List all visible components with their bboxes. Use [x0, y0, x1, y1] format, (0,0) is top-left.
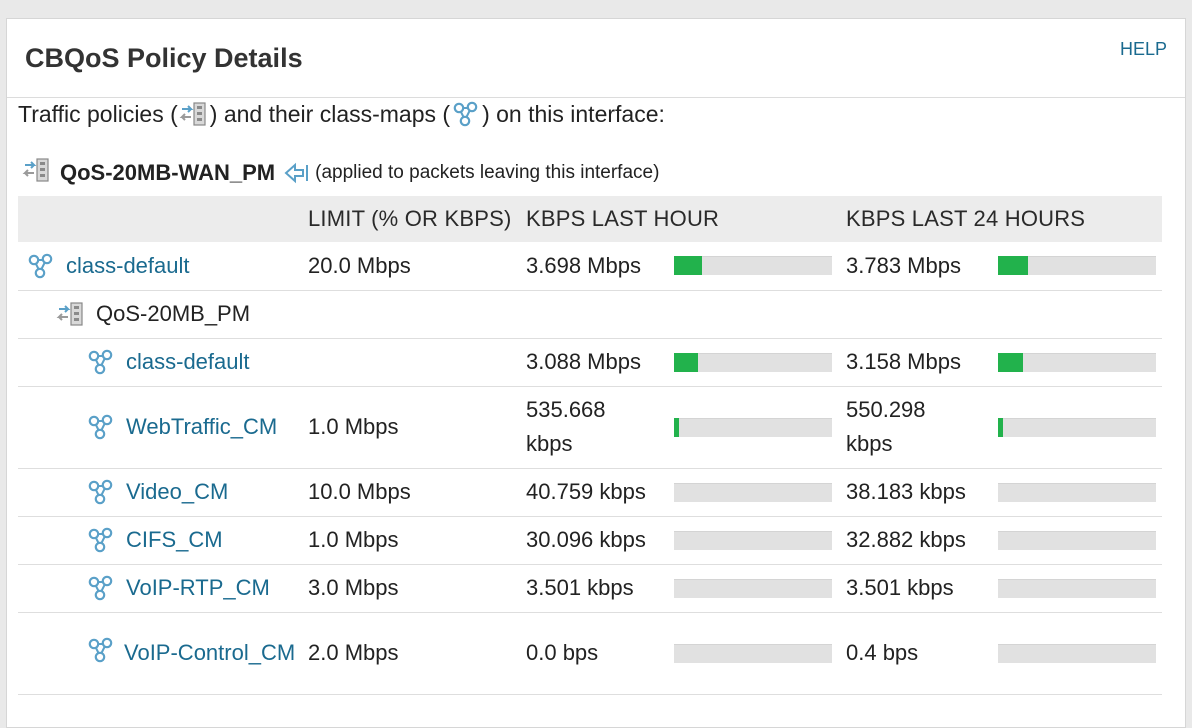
class-map-icon — [86, 526, 116, 554]
help-link[interactable]: HELP — [1120, 39, 1167, 60]
last-hour-value: 30.096 kbps — [526, 527, 646, 552]
limit-cell — [300, 290, 518, 339]
last-hour-value: 0.0 bps — [526, 640, 599, 665]
last-24-hours-value: 0.4 bps — [846, 640, 919, 665]
class-map-table: LIMIT (% OR KBPS) KBPS LAST HOUR KBPS LA… — [18, 196, 1162, 695]
limit-cell — [300, 338, 518, 387]
intro-part3: ) on this interface: — [482, 100, 665, 127]
table-row: class-default 3.088 Mbps 3.158 Mbps — [18, 338, 1162, 387]
last-24-hours-usage-bar-fill — [998, 352, 1023, 372]
limit-cell: 2.0 Mbps — [300, 612, 518, 695]
last-24-hours-value: 38.183 kbps — [846, 479, 966, 504]
last-hour-usage-bar — [674, 256, 832, 276]
class-map-icon — [86, 478, 116, 506]
table-row: VoIP-Control_CM 2.0 Mbps 0.0 bps 0.4 bps — [18, 612, 1162, 695]
class-map-link[interactable]: Video_CM — [126, 479, 228, 505]
outbound-direction-icon — [283, 162, 309, 184]
policy-direction-note: (applied to packets leaving this interfa… — [315, 161, 660, 183]
last-hour-value: 40.759 kbps — [526, 479, 646, 504]
last-24-hours-usage-bar — [998, 530, 1156, 550]
last-24-hours-value: 3.158 Mbps — [846, 349, 961, 374]
panel-title: CBQoS Policy Details — [25, 43, 303, 73]
policy-name: QoS-20MB-WAN_PM — [60, 159, 276, 185]
limit-cell: 20.0 Mbps — [300, 242, 518, 291]
last-24-hours-usage-bar-fill — [998, 417, 1003, 437]
last-hour-usage-bar — [674, 482, 832, 502]
class-map-link[interactable]: class-default — [126, 349, 250, 375]
last-24-hours-value: 3.783 Mbps — [846, 252, 961, 278]
class-map-link[interactable]: VoIP-Control_CM — [124, 640, 295, 665]
traffic-policy-icon — [179, 101, 209, 127]
class-map-link[interactable]: WebTraffic_CM — [126, 414, 277, 440]
table-row: CIFS_CM 1.0 Mbps 30.096 kbps 32.882 kbps — [18, 516, 1162, 565]
class-map-icon — [86, 636, 116, 664]
intro-part2: ) and their class-maps ( — [209, 100, 451, 127]
limit-cell: 1.0 Mbps — [300, 386, 518, 469]
last-hour-value: 3.088 Mbps — [526, 349, 641, 374]
traffic-policy-icon — [56, 301, 86, 327]
last-hour-usage-bar-fill — [674, 352, 698, 372]
class-map-icon — [26, 252, 56, 280]
last-hour-usage-bar — [674, 417, 832, 437]
last-24-hours-value: 550.298 kbps — [846, 397, 926, 456]
class-map-icon — [86, 413, 116, 441]
table-row: class-default 20.0 Mbps 3.698 Mbps 3.783 Mb… — [18, 242, 1162, 291]
class-map-icon — [451, 100, 481, 128]
last-24-hours-usage-bar — [998, 256, 1156, 276]
table-row: Video_CM 10.0 Mbps 40.759 kbps 38.183 kbps — [18, 468, 1162, 517]
policy-line: QoS-20MB-WAN_PM (applied to packets leav… — [22, 157, 659, 188]
limit-cell: 10.0 Mbps — [300, 468, 518, 517]
intro-text: Traffic policies ( ) and their class-map… — [18, 100, 665, 128]
last-24-hours-usage-bar — [998, 578, 1156, 598]
last-hour-value: 3.698 Mbps — [526, 252, 641, 278]
last-hour-value: 3.501 kbps — [526, 575, 634, 600]
class-map-link[interactable]: CIFS_CM — [126, 527, 223, 553]
last-24-hours-value: 32.882 kbps — [846, 527, 966, 552]
col-header-last-24-hours: KBPS LAST 24 HOURS — [838, 196, 1162, 242]
table-row: VoIP-RTP_CM 3.0 Mbps 3.501 kbps 3.501 kbps — [18, 564, 1162, 613]
last-24-hours-usage-bar — [998, 643, 1156, 663]
intro-part1: Traffic policies ( — [18, 100, 178, 127]
traffic-policy-icon — [22, 157, 52, 188]
last-24-hours-value: 3.501 kbps — [846, 575, 954, 600]
limit-cell: 3.0 Mbps — [300, 564, 518, 613]
table-row: WebTraffic_CM 1.0 Mbps 535.668 kbps 550.298… — [18, 386, 1162, 469]
class-map-link[interactable]: VoIP-RTP_CM — [126, 575, 270, 601]
last-hour-usage-bar-fill — [674, 256, 702, 276]
last-24-hours-usage-bar — [998, 482, 1156, 502]
class-map-icon — [86, 348, 116, 376]
last-hour-usage-bar-fill — [674, 417, 679, 437]
last-24-hours-usage-bar-fill — [998, 256, 1028, 276]
table-row: QoS-20MB_PM — [18, 290, 1162, 339]
last-hour-usage-bar — [674, 530, 832, 550]
col-header-name — [18, 196, 300, 242]
last-24-hours-usage-bar — [998, 352, 1156, 372]
last-24-hours-usage-bar — [998, 417, 1156, 437]
class-map-icon — [86, 574, 116, 602]
class-map-link[interactable]: class-default — [66, 253, 190, 279]
col-header-last-hour: KBPS LAST HOUR — [518, 196, 838, 242]
last-hour-value: 535.668 kbps — [526, 397, 606, 456]
panel-header: CBQoS Policy Details HELP — [7, 19, 1185, 98]
limit-cell: 1.0 Mbps — [300, 516, 518, 565]
policy-name-label: QoS-20MB_PM — [96, 301, 251, 326]
table-header-row: LIMIT (% OR KBPS) KBPS LAST HOUR KBPS LA… — [18, 196, 1162, 242]
col-header-limit: LIMIT (% OR KBPS) — [300, 196, 518, 242]
last-hour-usage-bar — [674, 643, 832, 663]
last-hour-usage-bar — [674, 578, 832, 598]
last-hour-usage-bar — [674, 352, 832, 372]
